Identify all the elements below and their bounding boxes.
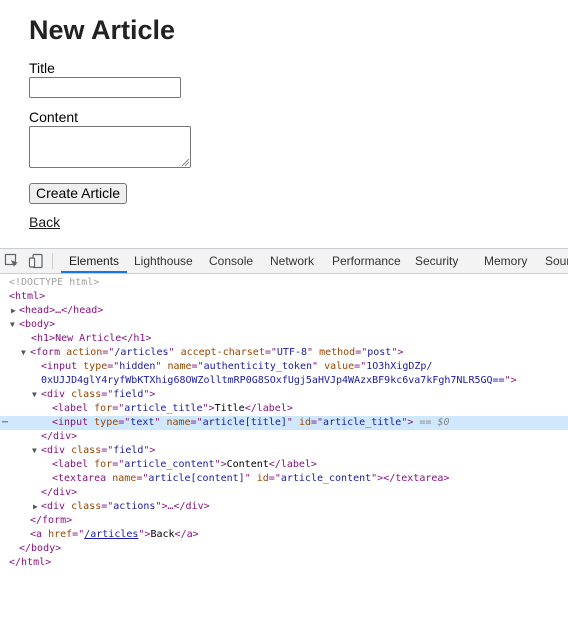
rendered-page: New Article Title Content Create Article…: [0, 0, 568, 248]
tab-elements[interactable]: Elements: [61, 249, 128, 273]
back-anchor-text: Back: [150, 529, 175, 540]
dom-node-field-div-2[interactable]: ▼ <div class="field">: [0, 444, 568, 458]
hidden-input-tag-cont: 0xUJJD4glY4ryfWbKTXhig68OWZolltmRP0G8SOx…: [41, 375, 517, 386]
dom-node-field-div[interactable]: ▼ <div class="field">: [0, 388, 568, 402]
head-tag: <head>…</head>: [19, 305, 104, 316]
tab-sources[interactable]: Sour: [545, 249, 568, 273]
collapse-arrow-icon[interactable]: ▼: [32, 388, 37, 402]
page-title: New Article: [29, 15, 176, 45]
field-class-value: field: [113, 445, 144, 456]
form-action-value: /articles: [114, 347, 169, 358]
html-close-tag: </html>: [9, 557, 52, 568]
back-link[interactable]: Back: [29, 214, 60, 230]
form-method-value: post: [367, 347, 392, 358]
html-open-tag: <html>: [9, 291, 46, 302]
dom-node-h1[interactable]: <h1>New Article</h1>: [0, 332, 568, 346]
h1-line: <h1>New Article</h1>: [31, 332, 151, 346]
content-textarea[interactable]: [29, 126, 191, 168]
collapse-arrow-icon[interactable]: ▼: [10, 318, 15, 332]
title-label-tag: <label for="article_title">Title</label>: [52, 403, 293, 414]
selected-marker: == $0: [419, 417, 450, 428]
dom-node-body[interactable]: ▼ <body>: [0, 318, 568, 332]
h1-tag: <h1>New Article</h1>: [31, 333, 152, 344]
form-open-tag: <form action="/articles" accept-charset=…: [30, 347, 404, 358]
input-type-value: text: [130, 417, 155, 428]
dom-node-hidden-input[interactable]: <input type="hidden" name="authenticity_…: [0, 360, 568, 374]
field-div-tag-2: <div class="field">: [41, 445, 156, 456]
field-class-value: field: [113, 389, 144, 400]
inspect-element-icon[interactable]: [4, 253, 20, 269]
textarea-tag: <textarea name="article[content]" id="ar…: [52, 473, 450, 484]
field-div-tag: <div class="field">: [41, 389, 156, 400]
dom-node-hidden-input-cont[interactable]: 0xUJJD4glY4ryfWbKTXhig68OWZolltmRP0G8SOx…: [0, 374, 568, 388]
create-article-button[interactable]: Create Article: [29, 183, 128, 204]
back-href-link[interactable]: /articles: [84, 529, 138, 540]
dom-node-back-link[interactable]: <a href="/articles">Back</a>: [0, 528, 568, 542]
content-for-value: article_content: [124, 459, 215, 470]
dom-node-content-label[interactable]: <label for="article_content">Content</la…: [0, 458, 568, 472]
doctype-text: <!DOCTYPE html>: [9, 277, 100, 288]
form-charset-value: UTF-8: [276, 347, 308, 358]
tab-network[interactable]: Network: [270, 249, 314, 273]
dom-node-title-label[interactable]: <label for="article_title">Title</label>: [0, 402, 568, 416]
dom-node-field-div-close[interactable]: </div>: [0, 430, 568, 444]
tab-performance[interactable]: Performance: [332, 249, 401, 273]
dom-node-head[interactable]: ▶ <head>…</head>: [0, 304, 568, 318]
input-name-value: article[title]: [202, 417, 287, 428]
device-toolbar-icon[interactable]: [28, 253, 44, 269]
tab-console[interactable]: Console: [209, 249, 253, 273]
token-name-value: authenticity_token: [203, 361, 312, 372]
resize-grip-icon[interactable]: [182, 159, 189, 166]
dom-node-form-close[interactable]: </form>: [0, 514, 568, 528]
title-input[interactable]: [29, 77, 181, 98]
more-options-icon[interactable]: ⋯: [2, 416, 8, 430]
dom-node-title-input-selected[interactable]: ⋯ <input type="text" name="article[title…: [0, 416, 568, 430]
dom-node-html-close[interactable]: </html>: [0, 556, 568, 570]
textarea-id-value: article_content: [280, 473, 372, 484]
actions-div-tag: <div class="actions">…</div>: [41, 501, 210, 512]
body-close-tag: </body>: [19, 543, 62, 554]
tab-lighthouse[interactable]: Lighthouse: [134, 249, 193, 273]
devtools-panel: Elements Lighthouse Console Network Perf…: [0, 248, 568, 633]
expand-arrow-icon[interactable]: ▶: [33, 500, 38, 514]
textarea-name-value: article[content]: [148, 473, 245, 484]
token-value-part1: 1O3hXigDZp/: [366, 361, 433, 372]
title-for-value: article_title: [124, 403, 203, 414]
toolbar-divider: [52, 253, 53, 269]
dom-node-actions-div[interactable]: ▶ <div class="actions">…</div>: [0, 500, 568, 514]
collapse-arrow-icon[interactable]: ▼: [32, 444, 37, 458]
title-label-text: Title: [214, 403, 245, 414]
tab-memory[interactable]: Memory: [484, 249, 527, 273]
content-label: Content: [29, 109, 79, 125]
dom-node-field-div-2-close[interactable]: </div>: [0, 486, 568, 500]
content-label-tag: <label for="article_content">Content</la…: [52, 459, 317, 470]
title-input-tag: <input type="text" name="article[title]"…: [52, 417, 450, 428]
tab-security[interactable]: Security: [415, 249, 458, 273]
dom-node-html[interactable]: <html>: [0, 290, 568, 304]
form-close-tag: </form>: [30, 515, 73, 526]
dom-node-body-close[interactable]: </body>: [0, 542, 568, 556]
body-open-tag: <body>: [19, 319, 56, 330]
div-close-tag: </div>: [41, 431, 78, 442]
actions-class-value: actions: [113, 501, 156, 512]
expand-arrow-icon[interactable]: ▶: [11, 304, 16, 318]
devtools-toolbar: Elements Lighthouse Console Network Perf…: [0, 249, 568, 274]
collapse-arrow-icon[interactable]: ▼: [21, 346, 26, 360]
dom-node-doctype[interactable]: <!DOCTYPE html>: [0, 276, 568, 290]
div-close-tag: </div>: [41, 487, 78, 498]
hidden-input-tag: <input type="hidden" name="authenticity_…: [41, 361, 433, 372]
content-label-text: Content: [226, 459, 269, 470]
dom-node-textarea[interactable]: <textarea name="article[content]" id="ar…: [0, 472, 568, 486]
back-anchor-tag: <a href="/articles">Back</a>: [30, 529, 199, 540]
dom-node-form[interactable]: ▼ <form action="/articles" accept-charse…: [0, 346, 568, 360]
token-value-part2: 0xUJJD4glY4ryfWbKTXhig68OWZolltmRP0G8SOx…: [41, 375, 505, 386]
title-label: Title: [29, 60, 55, 76]
input-id-value: article_title: [323, 417, 402, 428]
